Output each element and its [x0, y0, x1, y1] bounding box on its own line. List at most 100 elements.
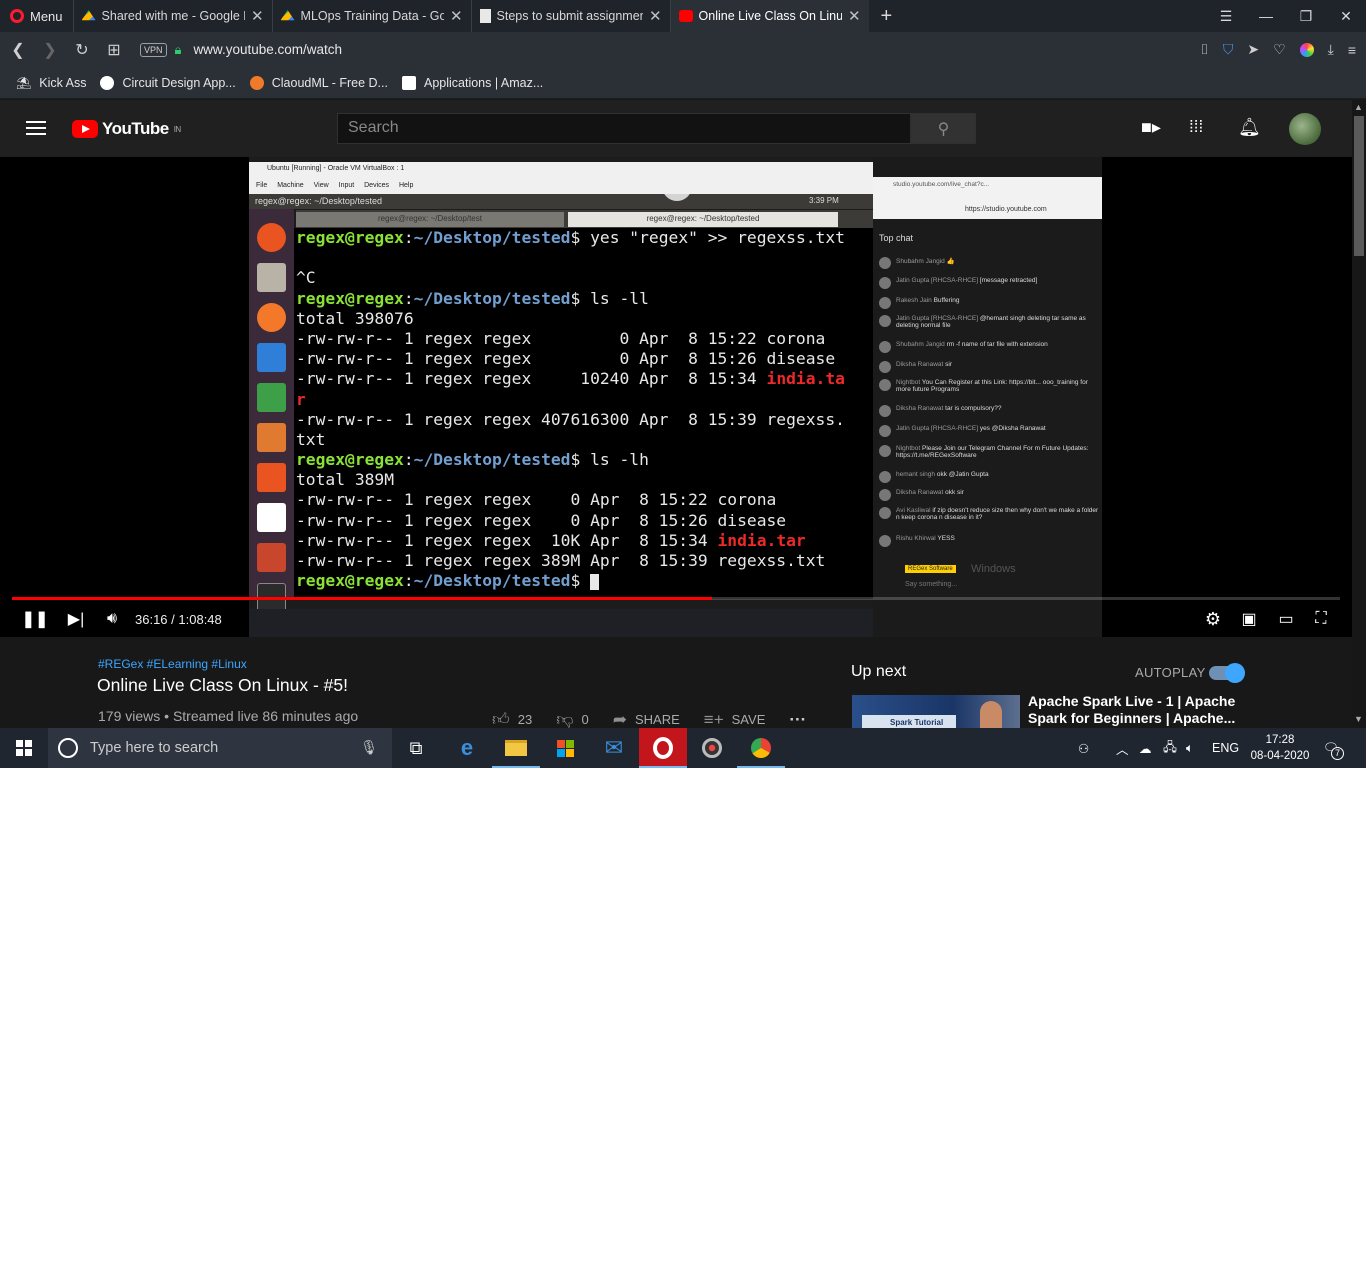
save-label: SAVE	[731, 712, 766, 727]
scroll-down-icon[interactable]: ▼	[1354, 714, 1363, 724]
store-icon[interactable]	[541, 728, 589, 768]
next-video-title[interactable]: Apache Spark Live - 1 | Apache Spark for…	[1028, 693, 1238, 727]
output-text: -rw-rw-r-- 1 regex regex 0 Apr 8 15:26 d…	[296, 349, 836, 369]
vpn-badge[interactable]: VPN	[140, 42, 167, 57]
tab-menu-icon[interactable]: ☰	[1206, 0, 1246, 32]
taskbar-search[interactable]: Type here to search 🎙︎	[48, 728, 392, 768]
opera-menu-button[interactable]: Menu	[0, 0, 73, 32]
fullscreen-icon[interactable]: ⛶	[1310, 607, 1332, 631]
scrollbar-thumb[interactable]	[1354, 116, 1364, 256]
notifications-bell-icon[interactable]: 🔔︎	[1238, 117, 1261, 138]
mail-icon[interactable]: ✉	[590, 728, 638, 768]
new-tab-plus-icon[interactable]: +	[869, 5, 905, 28]
scroll-up-icon[interactable]: ▲	[1354, 102, 1363, 112]
forward-icon[interactable]: ❯	[34, 40, 66, 60]
task-view-icon[interactable]: ⧉	[392, 728, 440, 768]
bookmark-label: Circuit Design App...	[122, 75, 236, 90]
like-button[interactable]: 👍︎ 23	[492, 709, 532, 730]
current-time: 36:16	[135, 611, 168, 627]
video-player[interactable]: Ubuntu [Running] - Oracle VM VirtualBox …	[0, 157, 1352, 637]
chat-message-body: hemant singh okk @Jatin Gupta	[896, 471, 989, 483]
back-icon[interactable]: ❮	[2, 40, 34, 60]
avatar[interactable]	[1289, 113, 1321, 145]
minimize-icon[interactable]: —	[1246, 0, 1286, 32]
more-actions-button[interactable]: ···	[789, 710, 806, 730]
lock-icon[interactable]: 🔒︎	[175, 42, 182, 58]
chat-avatar	[879, 425, 891, 437]
theater-mode-icon[interactable]: ▭	[1275, 607, 1297, 631]
cloud-icon	[249, 75, 264, 90]
easy-setup-icon[interactable]: ≡	[1348, 42, 1356, 58]
browser-tab[interactable]: MLOps Training Data - Goo ✕	[271, 0, 471, 32]
camera-icon[interactable]: ⌷	[1200, 41, 1208, 58]
miniplayer-icon[interactable]: ▣	[1238, 607, 1260, 631]
edge-icon[interactable]: e	[443, 728, 491, 768]
bookmark-item[interactable]: ⛱ Kick Ass	[16, 76, 86, 90]
chat-avatar	[879, 507, 891, 519]
progress-bar[interactable]	[12, 597, 1340, 600]
apps-grid-icon[interactable]: ⁞⁞⁞	[1189, 117, 1203, 137]
search-button[interactable]: ⚲	[911, 113, 976, 144]
shield-icon[interactable]: ⛉	[1223, 41, 1234, 58]
start-button[interactable]	[0, 728, 48, 768]
command-text	[580, 571, 590, 590]
bookmark-item[interactable]: ClaoudML - Free D...	[249, 75, 388, 90]
next-video-thumbnail[interactable]: Spark Tutorial	[852, 695, 1020, 728]
youtube-logo[interactable]: YouTube IN	[72, 119, 181, 139]
restore-icon[interactable]: ❐	[1286, 0, 1326, 32]
dislike-button[interactable]: 👎︎ 0	[556, 709, 589, 730]
url-field[interactable]: www.youtube.com/watch	[193, 42, 342, 57]
speed-dial-icon[interactable]: ⊞	[98, 40, 130, 60]
bookmark-item[interactable]: Circuit Design App...	[100, 75, 236, 90]
network-icon[interactable]: 🖧︎	[1163, 728, 1177, 768]
share-button[interactable]: ➦ SHARE	[613, 710, 680, 730]
save-button[interactable]: ≡+ SAVE	[704, 710, 766, 730]
action-center-icon[interactable]: 🗨︎ 7	[1323, 728, 1344, 768]
taskbar-clock[interactable]: 17:28 08-04-2020	[1248, 732, 1312, 764]
autoplay-toggle[interactable]	[1209, 663, 1245, 683]
file-explorer-icon[interactable]	[492, 728, 540, 768]
chat-message: Jatin Gupta [RHCSA-RHCE] [message retrac…	[879, 277, 1101, 289]
terminal-line: regex@regex:~/Desktop/tested$	[296, 571, 873, 591]
microphone-icon[interactable]: 🎙︎	[360, 739, 378, 756]
hamburger-menu-icon[interactable]	[26, 121, 46, 135]
tab-close-icon[interactable]: ✕	[848, 7, 861, 25]
settings-gear-icon[interactable]: ⚙	[1202, 607, 1224, 631]
tab-close-icon[interactable]: ✕	[649, 7, 662, 25]
reload-icon[interactable]: ↻	[66, 40, 98, 60]
opera-taskbar-icon[interactable]	[639, 728, 687, 768]
chat-message: Jatin Gupta [RHCSA-RHCE] yes @Diksha Ran…	[879, 425, 1101, 437]
page-scrollbar[interactable]: ▲ ▼	[1352, 100, 1366, 728]
more-icon: ···	[789, 709, 807, 729]
language-indicator[interactable]: ENG	[1212, 728, 1239, 768]
chat-avatar	[879, 379, 891, 391]
browser-tab-active[interactable]: Online Live Class On Linux ✕	[669, 0, 869, 32]
popout-video-icon[interactable]	[662, 171, 692, 201]
volume-icon[interactable]: 🔊︎	[100, 607, 124, 631]
close-window-icon[interactable]: ✕	[1326, 0, 1366, 32]
search-input[interactable]: Search	[337, 113, 911, 144]
chat-browser-bar: studio.youtube.com/live_chat?c... https:…	[873, 177, 1102, 219]
onedrive-error-icon[interactable]: ☁	[1139, 728, 1152, 768]
download-icon[interactable]: ⤓	[1328, 41, 1334, 58]
hashtags[interactable]: #REGex #ELearning #Linux	[98, 657, 247, 671]
speaker-icon[interactable]: 🔈︎	[1186, 728, 1194, 768]
prompt-user: regex@regex	[296, 450, 404, 470]
show-hidden-icons[interactable]: ︿	[1116, 728, 1129, 768]
tab-close-icon[interactable]: ✕	[450, 7, 463, 25]
pause-icon[interactable]: ❚❚	[22, 607, 49, 631]
media-player-icon[interactable]	[688, 728, 736, 768]
chrome-icon[interactable]	[737, 728, 785, 768]
chat-avatar	[879, 297, 891, 309]
color-wheel-icon[interactable]	[1299, 42, 1314, 57]
next-video-icon[interactable]: ▶|	[66, 607, 86, 631]
create-video-icon[interactable]: ■▸	[1141, 117, 1161, 138]
browser-tab[interactable]: Steps to submit assignmen ✕	[470, 0, 670, 32]
people-icon[interactable]: ⚇	[1078, 728, 1089, 768]
chat-username: Nightbot	[896, 445, 921, 452]
heart-icon[interactable]: ♡	[1273, 41, 1286, 58]
tab-close-icon[interactable]: ✕	[251, 7, 264, 25]
bookmark-item[interactable]: Applications | Amaz...	[401, 75, 543, 90]
browser-tab[interactable]: Shared with me - Google D ✕	[72, 0, 272, 32]
send-icon[interactable]: ➤	[1247, 41, 1259, 58]
